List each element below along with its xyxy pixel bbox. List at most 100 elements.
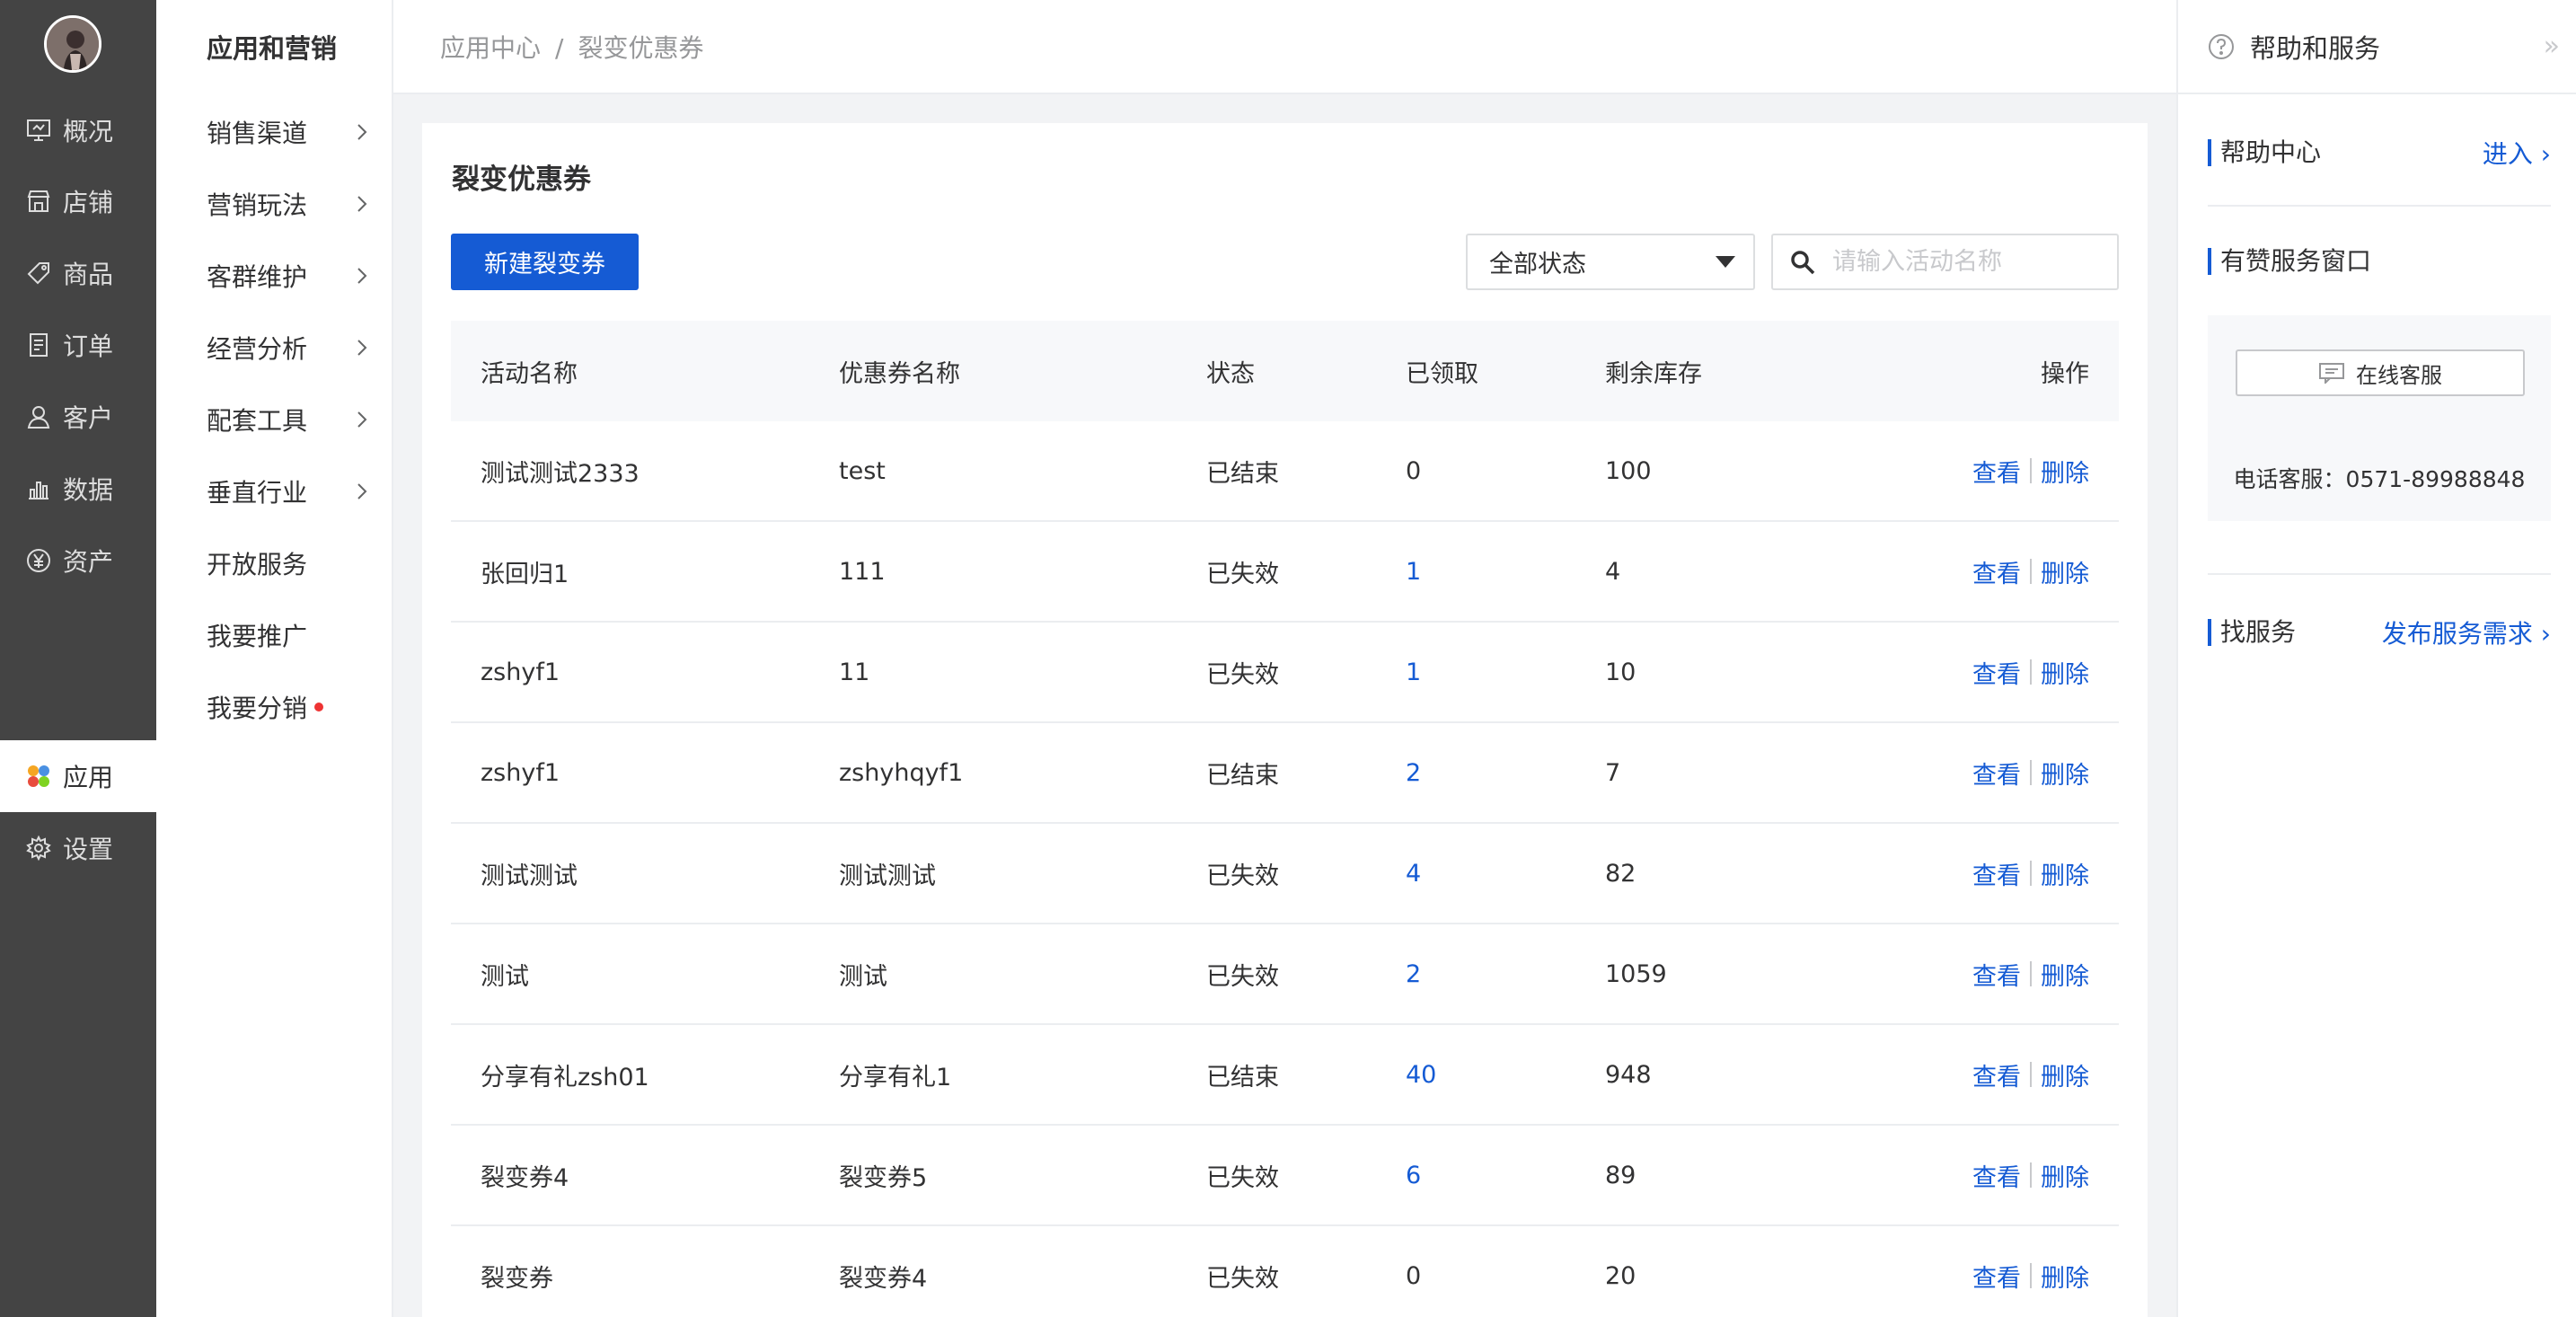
cell-stock: 4 <box>1605 557 1621 586</box>
delete-link[interactable]: 删除 <box>2041 856 2089 891</box>
notification-dot <box>314 703 324 712</box>
view-link[interactable]: 查看 <box>1972 1158 2021 1193</box>
nav-overview-label: 概况 <box>63 117 114 146</box>
delete-link[interactable]: 删除 <box>2041 554 2089 589</box>
sec-item-vertical[interactable]: 垂直行业 <box>207 473 368 509</box>
sec-item-analysis[interactable]: 经营分析 <box>207 330 368 366</box>
chevron-right-icon <box>357 411 367 428</box>
cell-claimed[interactable]: 6 <box>1406 1126 1421 1224</box>
chevron-right-icon <box>357 483 367 499</box>
delete-link[interactable]: 删除 <box>2041 1158 2089 1193</box>
cell-stock: 1059 <box>1605 959 1667 988</box>
view-link[interactable]: 查看 <box>1972 756 2021 791</box>
cell-activity-name: 测试测试 <box>481 862 578 890</box>
delete-link[interactable]: 删除 <box>2041 957 2089 992</box>
view-link[interactable]: 查看 <box>1972 454 2021 489</box>
sec-item-customer-care[interactable]: 客群维护 <box>207 258 368 294</box>
cell-actions: 查看 删除 <box>1972 1226 2089 1317</box>
breadcrumb-current: 裂变优惠券 <box>578 33 704 63</box>
cell-status: 已失效 <box>1206 1163 1279 1192</box>
yen-icon <box>27 549 50 572</box>
nav-store[interactable]: 店铺 <box>0 165 156 237</box>
table-row: zshyf1 11 已失效 1 10 查看 删除 <box>451 623 2119 723</box>
publish-service-link[interactable]: 发布服务需求 › <box>2382 614 2551 650</box>
delete-link[interactable]: 删除 <box>2041 1259 2089 1294</box>
cell-claimed[interactable]: 4 <box>1406 824 1421 923</box>
nav-overview[interactable]: 概况 <box>0 94 156 166</box>
view-link[interactable]: 查看 <box>1972 1057 2021 1092</box>
cell-claimed[interactable]: 2 <box>1406 723 1421 822</box>
online-service-button[interactable]: 在线客服 <box>2236 349 2525 396</box>
nav-data[interactable]: 数据 <box>0 453 156 525</box>
publish-link-text: 发布服务需求 <box>2381 619 2533 649</box>
collapse-panel-icon[interactable]: » <box>2544 31 2560 62</box>
view-link[interactable]: 查看 <box>1972 554 2021 589</box>
avatar[interactable] <box>44 15 101 73</box>
cell-activity-name: 测试 <box>481 962 529 991</box>
action-divider <box>2030 559 2032 584</box>
action-divider <box>2030 458 2032 483</box>
user-icon <box>27 406 50 429</box>
delete-link[interactable]: 删除 <box>2041 756 2089 791</box>
sec-item-distribution[interactable]: 我要分销 <box>207 689 368 725</box>
delete-link[interactable]: 删除 <box>2041 655 2089 690</box>
table-row: 裂变券 裂变券4 已失效 0 20 查看 删除 <box>451 1226 2119 1317</box>
cell-claimed[interactable]: 1 <box>1406 623 1421 721</box>
cell-actions: 查看 删除 <box>1972 723 2089 822</box>
sec-item-label: 营销玩法 <box>207 190 308 220</box>
nav-assets[interactable]: 资产 <box>0 525 156 597</box>
cell-actions: 查看 删除 <box>1972 1025 2089 1124</box>
sec-item-sales-channel[interactable]: 销售渠道 <box>207 114 368 150</box>
search-input[interactable] <box>1832 248 2102 276</box>
view-link[interactable]: 查看 <box>1972 856 2021 891</box>
cell-coupon-name: 裂变券5 <box>839 1163 928 1192</box>
phone-service-text: 电话客服：0571-89988848 <box>2233 466 2526 492</box>
new-coupon-button[interactable]: 新建裂变券 <box>451 234 639 290</box>
cell-stock: 10 <box>1605 658 1636 686</box>
sec-item-open-service[interactable]: 开放服务 <box>207 545 368 581</box>
service-box: 在线客服 电话客服：0571-89988848 <box>2208 315 2551 521</box>
action-divider <box>2030 659 2032 685</box>
cell-claimed: 0 <box>1406 456 1422 485</box>
cell-coupon-name: 测试 <box>839 962 887 991</box>
chevron-right-icon <box>357 340 367 356</box>
view-link[interactable]: 查看 <box>1972 957 2021 992</box>
cell-coupon-name: 11 <box>839 658 870 686</box>
page-header: 应用中心 / 裂变优惠券 <box>393 0 2176 94</box>
nav-customers[interactable]: 客户 <box>0 381 156 453</box>
status-filter-select[interactable]: 全部状态 <box>1466 234 1755 290</box>
sec-item-promote[interactable]: 我要推广 <box>207 617 368 653</box>
cell-activity-name: 分享有礼zsh01 <box>481 1063 649 1092</box>
nav-settings[interactable]: 设置 <box>0 812 156 884</box>
sec-item-label: 经营分析 <box>207 334 308 364</box>
nav-orders[interactable]: 订单 <box>0 309 156 381</box>
nav-assets-label: 资产 <box>63 547 114 577</box>
breadcrumb-parent[interactable]: 应用中心 <box>440 33 541 63</box>
action-divider <box>2030 1263 2032 1288</box>
chevron-right-icon <box>357 124 367 140</box>
nav-goods[interactable]: 商品 <box>0 237 156 309</box>
coupon-table: 活动名称 优惠券名称 状态 已领取 剩余库存 操作 测试测试2333 test 已结… <box>451 321 2119 1317</box>
view-link[interactable]: 查看 <box>1972 655 2021 690</box>
delete-link[interactable]: 删除 <box>2041 1057 2089 1092</box>
cell-stock: 89 <box>1605 1161 1636 1189</box>
col-header-coupon: 优惠券名称 <box>839 359 960 388</box>
cell-claimed[interactable]: 40 <box>1406 1025 1436 1124</box>
delete-link[interactable]: 删除 <box>2041 454 2089 489</box>
secondary-sidebar: 应用和营销 销售渠道 营销玩法 客群维护 经营分析 配套工具 垂直行业 开放服务… <box>156 0 393 1317</box>
cell-claimed[interactable]: 2 <box>1406 924 1421 1023</box>
search-box <box>1771 234 2119 290</box>
nav-goods-label: 商品 <box>63 260 114 289</box>
help-panel-title: 帮助和服务 <box>2250 32 2381 64</box>
cell-status: 已失效 <box>1206 560 1279 588</box>
help-panel: 帮助和服务 » 帮助中心 进入 › 有赞服务窗口 在线客服 电话客服：0571-… <box>2176 0 2576 1317</box>
secondary-title: 应用和营销 <box>207 33 338 64</box>
gear-icon <box>26 835 51 862</box>
sec-item-tools[interactable]: 配套工具 <box>207 402 368 438</box>
nav-apps[interactable]: 应用 <box>0 740 156 812</box>
sec-item-marketing[interactable]: 营销玩法 <box>207 186 368 222</box>
view-link[interactable]: 查看 <box>1972 1259 2021 1294</box>
breadcrumb: 应用中心 / 裂变优惠券 <box>440 29 703 65</box>
cell-claimed[interactable]: 1 <box>1406 522 1421 621</box>
help-center-enter-link[interactable]: 进入 › <box>2483 135 2551 171</box>
